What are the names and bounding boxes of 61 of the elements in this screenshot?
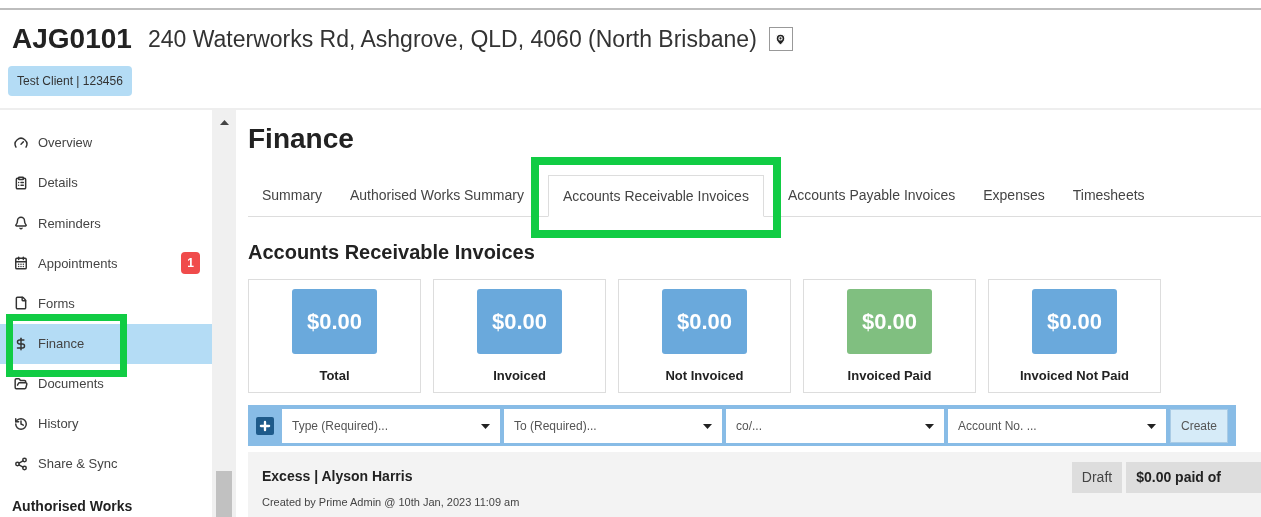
card-label: Invoiced Paid bbox=[847, 367, 932, 386]
amount-tile: $0.00 bbox=[292, 289, 377, 355]
paid-badge: $0.00 paid of bbox=[1126, 462, 1261, 494]
section-title: Accounts Receivable Invoices bbox=[248, 240, 536, 266]
invoice-meta: Created by Prime Admin @ 10th Jan, 2023 11:09 am bbox=[262, 495, 521, 511]
dollar-icon bbox=[14, 336, 28, 351]
amount-tile: $0.00 bbox=[662, 289, 747, 355]
file-icon bbox=[14, 296, 28, 311]
select-field[interactable]: Type (Required)... bbox=[282, 408, 500, 443]
job-code: AJG0101 bbox=[12, 22, 132, 56]
nav-item[interactable]: Details bbox=[0, 163, 212, 204]
history-icon bbox=[14, 416, 28, 431]
caret-icon bbox=[1147, 423, 1156, 429]
count-badge: 1 bbox=[181, 252, 200, 275]
map-pin-button[interactable] bbox=[768, 27, 793, 51]
calendar-icon bbox=[14, 256, 28, 271]
nav-item[interactable]: Documents bbox=[0, 363, 212, 404]
tab[interactable]: Expenses bbox=[969, 174, 1059, 217]
caret-icon bbox=[925, 423, 934, 429]
tab[interactable]: Timesheets bbox=[1058, 174, 1159, 217]
nav-item[interactable]: Forms bbox=[0, 283, 212, 324]
nav-item[interactable]: History bbox=[0, 403, 212, 444]
card-label: Total bbox=[319, 367, 350, 386]
share-icon bbox=[14, 456, 28, 471]
plus-icon bbox=[258, 418, 272, 433]
invoice-row[interactable]: Excess | Alyson Harris Created by Prime Admin @ 10th Jan, 2023 11:09 am Draft $0.00 paid of bbox=[248, 452, 1261, 517]
bell-icon bbox=[14, 216, 28, 231]
nav-item[interactable]: Finance bbox=[0, 323, 212, 364]
section-heading: Authorised Works bbox=[11, 497, 134, 516]
caret-icon bbox=[703, 423, 712, 429]
map-pin-icon bbox=[774, 32, 788, 46]
tab[interactable]: Accounts Payable Invoices bbox=[773, 174, 970, 217]
nav-item[interactable]: Share & Sync bbox=[0, 443, 212, 484]
status-badge: Draft bbox=[1071, 462, 1123, 494]
address: 240 Waterworks Rd, Ashgrove, QLD, 4060 (North Brisbane) bbox=[147, 24, 757, 54]
clipboard-icon bbox=[14, 176, 28, 191]
gauge-icon bbox=[14, 136, 28, 151]
amount-tile: $0.00 bbox=[847, 289, 932, 355]
page-title: Finance bbox=[248, 122, 355, 156]
tab[interactable]: Authorised Works Summary bbox=[335, 174, 538, 217]
card-label: Invoiced Not Paid bbox=[1019, 367, 1130, 386]
tab[interactable]: Summary bbox=[248, 174, 336, 217]
scrollbar-thumb[interactable] bbox=[216, 471, 232, 517]
nav-item[interactable]: Overview bbox=[0, 123, 212, 164]
scroll-up-icon[interactable] bbox=[219, 120, 229, 125]
add-button[interactable] bbox=[256, 416, 274, 435]
select-field[interactable]: co/... bbox=[726, 408, 944, 443]
invoice-title: Excess | Alyson Harris bbox=[262, 467, 414, 487]
select-field[interactable]: Account No. ... bbox=[948, 408, 1166, 443]
caret-icon bbox=[481, 423, 490, 429]
tab[interactable]: Accounts Receivable Invoices bbox=[547, 175, 764, 218]
select-field[interactable]: To (Required)... bbox=[504, 408, 722, 443]
folder-icon bbox=[14, 376, 28, 391]
card-label: Not Invoiced bbox=[665, 367, 744, 386]
nav-item[interactable]: Appointments 1 bbox=[0, 243, 212, 284]
card-label: Invoiced bbox=[493, 367, 546, 386]
nav-item[interactable]: Reminders bbox=[0, 203, 212, 244]
amount-tile: $0.00 bbox=[1032, 289, 1117, 355]
amount-tile: $0.00 bbox=[477, 289, 562, 355]
client-tag: Test Client | 123456 bbox=[8, 66, 132, 96]
create-button[interactable]: Create bbox=[1170, 408, 1229, 443]
